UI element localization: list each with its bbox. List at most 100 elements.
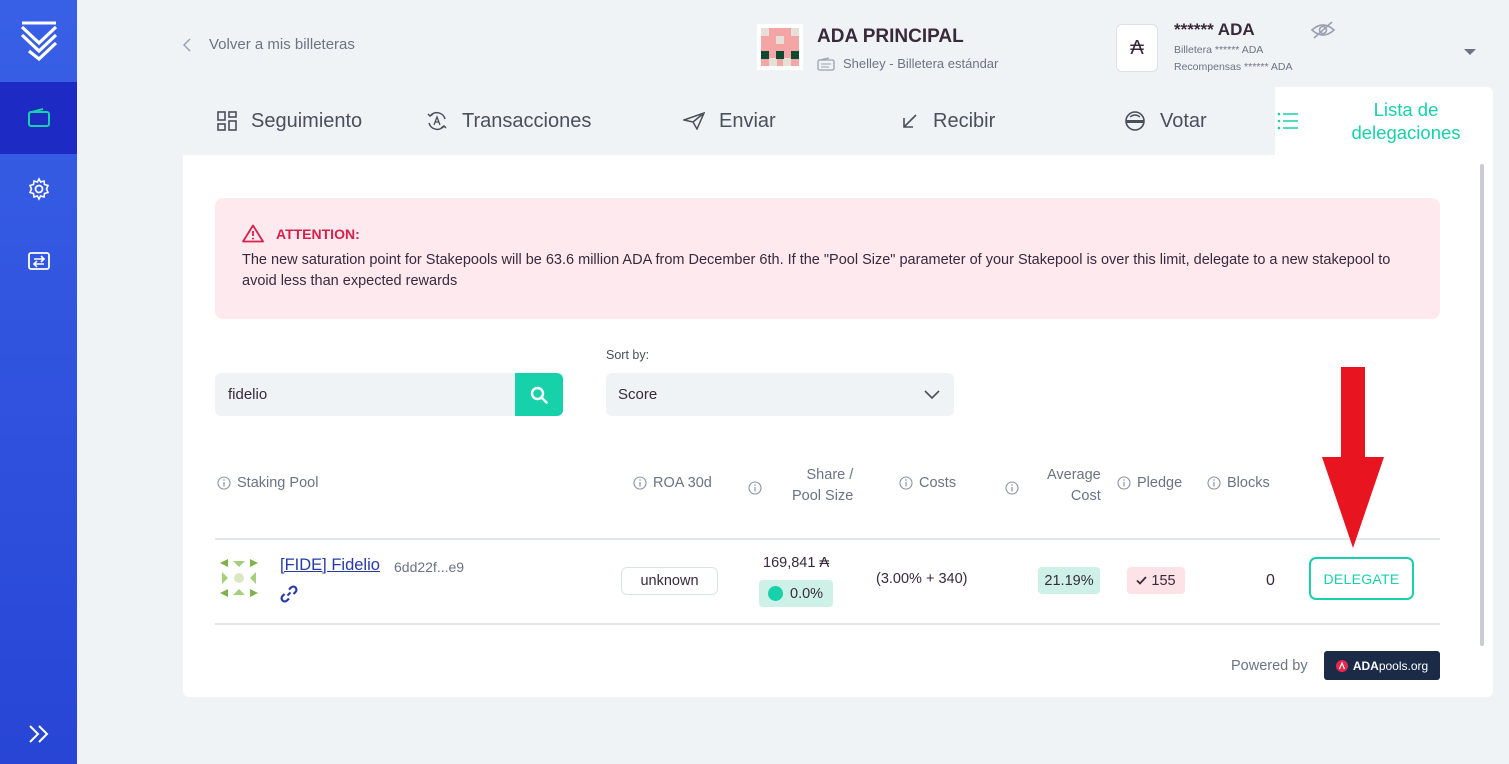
tab-enviar[interactable]: Enviar: [683, 87, 776, 155]
back-to-wallets-link[interactable]: Volver a mis billeteras: [183, 36, 355, 53]
wallet-icon: [27, 108, 50, 127]
app-logo[interactable]: [0, 0, 77, 82]
wallet-info: ADA PRINCIPAL Shelley - Billetera estánd…: [757, 24, 998, 71]
delegate-button[interactable]: DELEGATE: [1309, 557, 1414, 600]
sidebar: [0, 0, 77, 764]
eye-off-icon: [1310, 21, 1336, 39]
hide-balance-toggle[interactable]: [1310, 20, 1336, 45]
header-staking-pool: Staking Pool: [217, 475, 318, 491]
back-label: Volver a mis billeteras: [209, 36, 355, 53]
saturation-alert: ATTENTION: The new saturation point for …: [215, 198, 1440, 319]
tab-lista-delegaciones[interactable]: Lista de delegaciones: [1275, 87, 1493, 155]
info-icon[interactable]: [633, 476, 647, 490]
adapools-text: ADApools.org: [1353, 659, 1428, 673]
sidebar-item-settings[interactable]: [0, 153, 77, 225]
sidebar-item-wallets[interactable]: [0, 82, 77, 154]
info-icon[interactable]: [217, 476, 231, 490]
yoroi-logo-icon: [20, 21, 57, 61]
tab-bar: Seguimiento Transacciones Enviar Recibir: [183, 87, 1493, 155]
sort-select[interactable]: Score: [606, 373, 954, 416]
info-icon[interactable]: [1207, 476, 1221, 490]
tab-recibir-label: Recibir: [933, 109, 996, 132]
pool-id: 6dd22f...e9: [394, 559, 465, 575]
pool-logo: [218, 557, 260, 599]
tab-transacciones[interactable]: Transacciones: [426, 87, 591, 155]
scrollbar[interactable]: [1480, 164, 1484, 646]
vote-icon: [1125, 111, 1145, 131]
header-pledge: Pledge: [1117, 475, 1182, 491]
pool-search: [215, 373, 563, 416]
tab-votar[interactable]: Votar: [1124, 87, 1207, 155]
pool-size-dot: [768, 586, 783, 601]
header-staking-pool-label: Staking Pool: [237, 475, 319, 491]
average-cost-value: 21.19%: [1038, 567, 1100, 594]
roa-value: unknown: [621, 567, 718, 595]
tab-recibir[interactable]: Recibir: [901, 87, 995, 155]
tab-seguimiento[interactable]: Seguimiento: [217, 87, 362, 155]
list-icon: [1277, 112, 1298, 130]
powered-by-label: Powered by: [1231, 658, 1308, 674]
tab-seguimiento-label: Seguimiento: [251, 109, 363, 132]
info-icon[interactable]: [899, 476, 913, 490]
header-average-cost: Average Cost: [1005, 465, 1101, 507]
header-roa: ROA 30d: [633, 475, 712, 491]
balance-rewards: Recompensas ****** ADA: [1174, 61, 1293, 73]
header-blocks: Blocks: [1207, 475, 1270, 491]
pool-size-chip: 0.0%: [759, 580, 833, 607]
annotation-arrow-down-icon: [1322, 367, 1384, 548]
sidebar-expand-button[interactable]: [0, 714, 77, 754]
pool-website-link[interactable]: [280, 585, 298, 608]
alert-title-text: ATTENTION:: [276, 225, 360, 242]
send-icon: [683, 112, 705, 130]
transfer-icon: [27, 252, 50, 270]
search-button[interactable]: [515, 373, 563, 416]
ada-symbol-icon: ₳: [1116, 24, 1158, 72]
sort-label: Sort by:: [606, 348, 650, 362]
blocks-value: 0: [1266, 572, 1275, 589]
check-icon: [1136, 576, 1148, 585]
header-pledge-label: Pledge: [1137, 475, 1183, 491]
search-icon: [530, 386, 548, 404]
header-average-cost-label: Average Cost: [1047, 465, 1101, 507]
tab-enviar-label: Enviar: [719, 109, 776, 132]
header-share-line1: Share /: [806, 467, 854, 483]
caret-down-icon: [1464, 49, 1476, 55]
info-icon[interactable]: [748, 481, 762, 495]
pool-size-value: 0.0%: [790, 585, 824, 602]
adapools-brand-rest: pools.org: [1378, 658, 1429, 673]
pool-name-link[interactable]: [FIDE] Fidelio: [280, 556, 380, 575]
dashboard-icon: [217, 111, 237, 131]
tab-votar-label: Votar: [1160, 109, 1207, 132]
header-avg-line1: Average: [1047, 467, 1101, 483]
wallet-type-label: Shelley - Billetera estándar: [843, 56, 999, 71]
pledge-value: 155: [1151, 572, 1176, 589]
adapools-brand-bold: ADA: [1352, 658, 1379, 673]
wallet-name: ADA PRINCIPAL: [817, 26, 964, 47]
header-share: Share / Pool Size: [748, 465, 853, 507]
sidebar-item-transfer[interactable]: [0, 225, 77, 297]
wallet-type: Shelley - Billetera estándar: [817, 56, 998, 71]
info-icon[interactable]: [1117, 476, 1131, 490]
gear-icon: [28, 177, 49, 201]
search-input[interactable]: [215, 373, 515, 416]
table-divider: [215, 623, 1440, 625]
header-share-label: Share / Pool Size: [792, 465, 853, 507]
wallet-dropdown-toggle[interactable]: [1463, 43, 1477, 61]
alert-title: ATTENTION:: [242, 224, 1413, 243]
header-blocks-label: Blocks: [1227, 475, 1270, 491]
alert-body: The new saturation point for Stakepools …: [242, 252, 1391, 289]
warning-icon: [242, 224, 264, 243]
chevron-down-icon: [924, 389, 940, 399]
table-divider: [215, 538, 1440, 540]
info-icon[interactable]: [1005, 481, 1019, 495]
pledge-chip: 155: [1127, 567, 1185, 594]
adapools-logo[interactable]: ADApools.org: [1324, 651, 1440, 680]
wallet-avatar: [757, 24, 803, 70]
adapools-icon: [1335, 659, 1348, 672]
header-costs: Costs: [899, 475, 956, 491]
costs-value: (3.00% + 340): [876, 571, 968, 587]
balance-wallet: Billetera ****** ADA: [1174, 44, 1264, 56]
balance-total: ****** ADA: [1174, 20, 1255, 39]
share-value: 169,841 ₳: [763, 555, 830, 571]
receive-icon: [903, 114, 917, 128]
